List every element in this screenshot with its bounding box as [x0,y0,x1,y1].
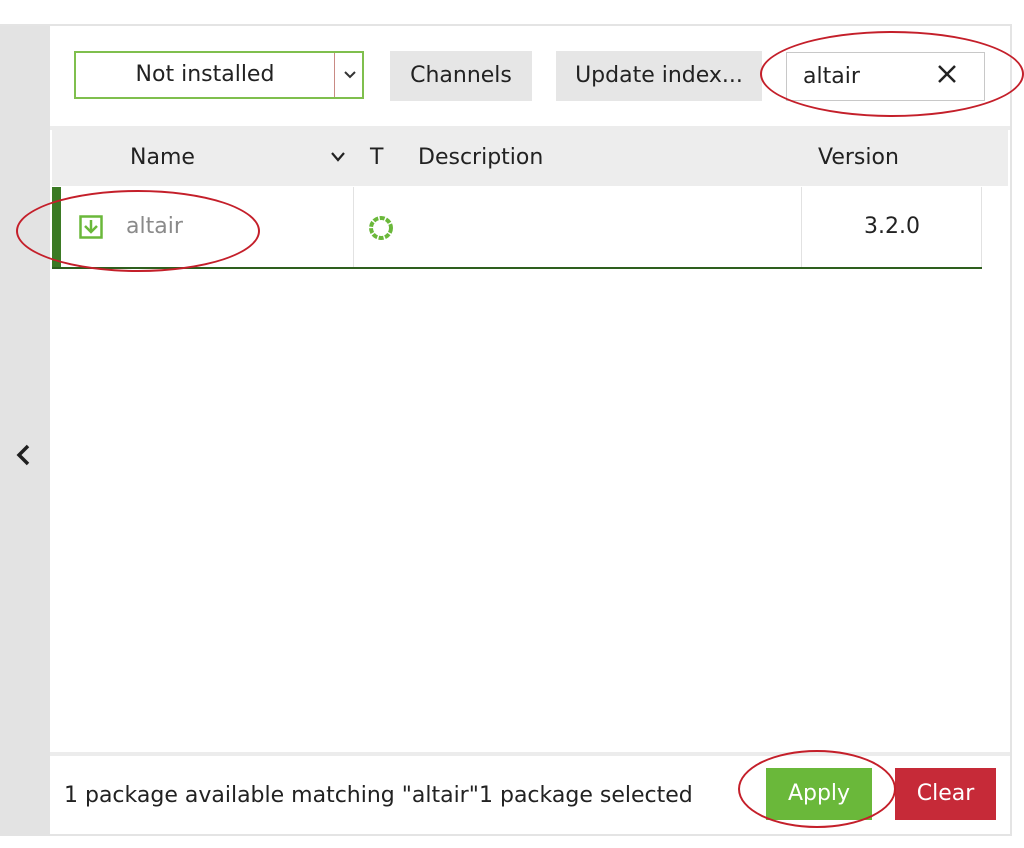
panel-top-border [0,24,1012,26]
package-filter-select[interactable]: Not installed [74,51,364,99]
side-collapse-strip [0,26,50,836]
clear-button[interactable]: Clear [895,768,996,820]
cell-divider [981,187,982,267]
column-header-type[interactable]: T [370,130,383,186]
close-icon[interactable] [932,61,962,91]
row-selection-marker [52,187,61,267]
cell-divider [801,187,802,267]
selected-count-text: 1 package selected [479,783,693,808]
filter-select-value: Not installed [135,62,275,87]
update-index-button[interactable]: Update index... [556,51,762,101]
package-table-header: Name T Description Version [52,130,1008,186]
column-header-name[interactable]: Name [130,130,195,186]
package-search-box [786,52,985,101]
channels-button[interactable]: Channels [390,51,532,101]
chevron-left-icon[interactable] [14,440,34,470]
panel-right-border [1010,24,1012,836]
cell-divider [353,187,354,267]
conda-ring-icon [367,214,395,242]
chevron-down-icon[interactable] [335,53,364,97]
match-count-text: 1 package available matching "altair" [64,783,479,808]
column-header-version[interactable]: Version [818,130,899,186]
package-version: 3.2.0 [864,214,920,239]
package-search-input[interactable] [803,61,933,91]
column-header-description[interactable]: Description [418,130,543,186]
apply-button[interactable]: Apply [766,768,872,820]
package-name: altair [126,214,183,239]
download-icon[interactable] [79,215,103,239]
footer-separator [50,752,1010,756]
sort-chevron-down-icon[interactable] [330,130,346,186]
table-row[interactable]: altair 3.2.0 [52,187,982,269]
panel-bottom-border [0,834,1012,836]
